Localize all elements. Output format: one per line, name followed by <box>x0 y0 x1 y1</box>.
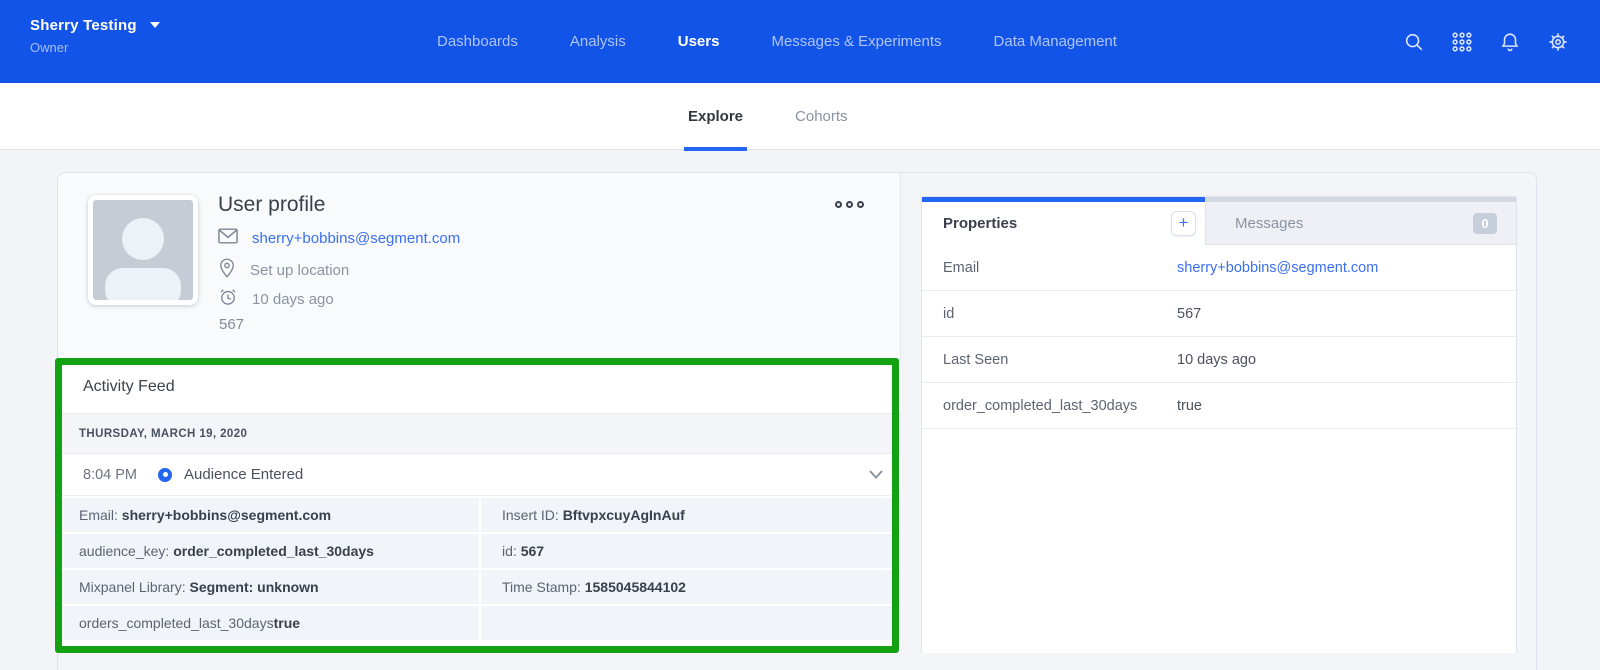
event-detail-cell: audience_key: order_completed_last_30day… <box>58 534 479 568</box>
property-label: order_completed_last_30days <box>943 398 1177 414</box>
apps-grid-icon[interactable] <box>1450 30 1474 54</box>
property-row: Last Seen 10 days ago <box>922 337 1516 383</box>
envelope-icon <box>218 228 238 248</box>
settings-gear-icon[interactable] <box>1546 30 1570 54</box>
nav-item-analysis[interactable]: Analysis <box>570 33 626 50</box>
property-value: 10 days ago <box>1177 352 1256 368</box>
property-label: id <box>943 306 1177 322</box>
active-tab-underline <box>684 147 747 151</box>
activity-feed: Activity Feed THURSDAY, MARCH 19, 2020 8… <box>58 359 901 653</box>
nav-item-users[interactable]: Users <box>678 33 720 50</box>
event-detail-cell: Time Stamp: 1585045844102 <box>481 570 901 604</box>
kebab-dot-icon <box>835 201 842 208</box>
tab-messages[interactable]: Messages 0 <box>1205 197 1516 245</box>
event-detail-cell: Insert ID: BftvpxcuyAgInAuf <box>481 498 901 532</box>
secondary-tab-bar: Explore Cohorts <box>0 83 1600 150</box>
nav-icon-group <box>1402 0 1570 83</box>
properties-panel: Properties + Messages 0 Email sherry+bob… <box>921 196 1517 653</box>
event-detail-cell: Email: sherry+bobbins@segment.com <box>58 498 479 532</box>
property-row: order_completed_last_30days true <box>922 383 1516 429</box>
main-content-card: User profile sherry+bobbins@segment.com … <box>57 172 1537 670</box>
project-name[interactable]: Sherry Testing <box>30 17 137 34</box>
notifications-bell-icon[interactable] <box>1498 30 1522 54</box>
tab-properties[interactable]: Properties + <box>922 197 1205 245</box>
primary-nav: Dashboards Analysis Users Messages & Exp… <box>437 0 1117 83</box>
nav-item-data-management[interactable]: Data Management <box>994 33 1117 50</box>
chevron-down-icon[interactable] <box>869 466 883 484</box>
avatar <box>88 195 198 305</box>
event-detail-cell: Mixpanel Library: Segment: unknown <box>58 570 479 604</box>
last-seen-text: 10 days ago <box>252 291 334 308</box>
add-property-button[interactable]: + <box>1171 211 1196 236</box>
nav-item-dashboards[interactable]: Dashboards <box>437 33 518 50</box>
event-detail-cell: id: 567 <box>481 534 901 568</box>
nav-item-messages-experiments[interactable]: Messages & Experiments <box>771 33 941 50</box>
caret-down-icon <box>149 16 161 34</box>
property-row: id 567 <box>922 291 1516 337</box>
event-detail-cell <box>481 606 901 640</box>
profile-email-link[interactable]: sherry+bobbins@segment.com <box>252 230 460 247</box>
distinct-id-text: 567 <box>219 316 244 333</box>
alarm-clock-icon <box>218 287 238 311</box>
event-time: 8:04 PM <box>83 467 158 483</box>
event-name: Audience Entered <box>184 466 303 483</box>
property-label: Email <box>943 260 1177 276</box>
kebab-dot-icon <box>857 201 864 208</box>
activity-feed-title: Activity Feed <box>58 360 901 414</box>
search-icon[interactable] <box>1402 30 1426 54</box>
kebab-dot-icon <box>846 201 853 208</box>
event-detail-cell: orders_completed_last_30daystrue <box>58 606 479 640</box>
tab-explore[interactable]: Explore <box>686 83 745 150</box>
more-options-button[interactable] <box>835 201 864 208</box>
messages-count-badge: 0 <box>1473 213 1497 234</box>
property-value: true <box>1177 398 1202 414</box>
activity-date-header: THURSDAY, MARCH 19, 2020 <box>58 414 901 454</box>
project-role: Owner <box>30 40 161 55</box>
top-navigation-bar: Sherry Testing Owner Dashboards Analysis… <box>0 0 1600 83</box>
activity-event-row[interactable]: 8:04 PM Audience Entered <box>58 454 901 496</box>
property-row: Email sherry+bobbins@segment.com <box>922 245 1516 291</box>
location-pin-icon <box>218 258 236 282</box>
set-up-location-link[interactable]: Set up location <box>250 262 349 279</box>
tab-cohorts[interactable]: Cohorts <box>793 83 850 150</box>
page-title: User profile <box>218 193 325 217</box>
user-profile-section: User profile sherry+bobbins@segment.com … <box>58 173 901 653</box>
project-switcher[interactable]: Sherry Testing Owner <box>30 16 161 55</box>
property-value-email-link[interactable]: sherry+bobbins@segment.com <box>1177 260 1378 276</box>
property-label: Last Seen <box>943 352 1177 368</box>
audience-entered-dot-icon <box>158 468 172 482</box>
event-details-table: Email: sherry+bobbins@segment.com Insert… <box>58 496 901 640</box>
property-value: 567 <box>1177 306 1201 322</box>
